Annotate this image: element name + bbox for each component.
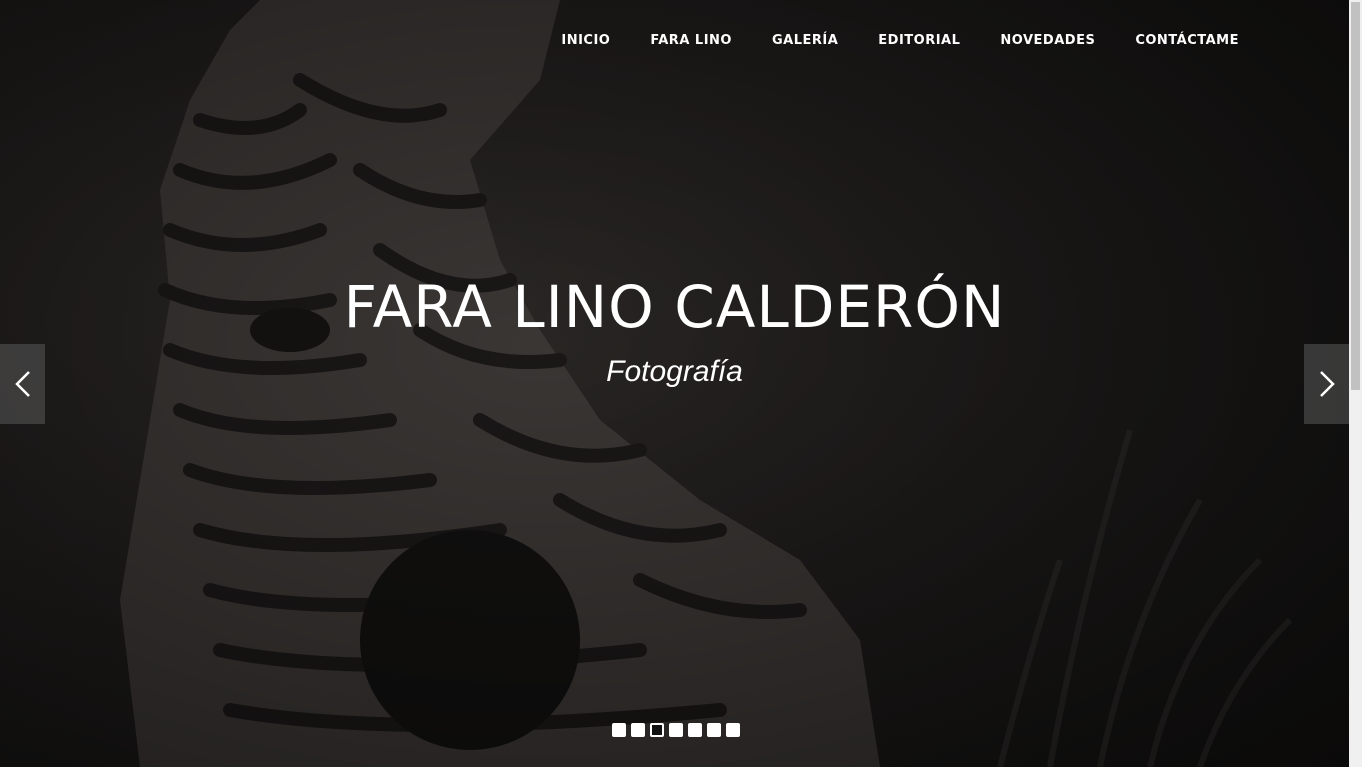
- hero-subtitle: Fotografía: [606, 355, 743, 388]
- hero-slider: INICIO FARA LINO GALERÍA EDITORIAL NOVED…: [0, 0, 1349, 767]
- slider-dot[interactable]: [612, 723, 626, 737]
- slider-dot[interactable]: [726, 723, 740, 737]
- scrollbar-thumb[interactable]: [1351, 2, 1360, 390]
- vertical-scrollbar[interactable]: [1349, 0, 1362, 767]
- slider-pagination: [612, 723, 740, 737]
- prev-slide-button[interactable]: [0, 344, 45, 424]
- main-nav: INICIO FARA LINO GALERÍA EDITORIAL NOVED…: [541, 32, 1259, 50]
- nav-fara-lino[interactable]: FARA LINO: [630, 32, 752, 50]
- slider-dot[interactable]: [631, 723, 645, 737]
- page: INICIO FARA LINO GALERÍA EDITORIAL NOVED…: [0, 0, 1362, 767]
- slider-dot[interactable]: [669, 723, 683, 737]
- slider-dot[interactable]: [650, 723, 664, 737]
- nav-novedades[interactable]: NOVEDADES: [980, 32, 1115, 50]
- nav-editorial[interactable]: EDITORIAL: [858, 32, 980, 50]
- slider-dot[interactable]: [688, 723, 702, 737]
- hero-title: FARA LINO CALDERÓN: [343, 273, 1006, 341]
- slider-dot[interactable]: [707, 723, 721, 737]
- chevron-left-icon: [14, 371, 30, 397]
- chevron-right-icon: [1319, 371, 1335, 397]
- next-slide-button[interactable]: [1304, 344, 1349, 424]
- nav-inicio[interactable]: INICIO: [541, 32, 630, 50]
- nav-contactame[interactable]: CONTÁCTAME: [1115, 32, 1259, 50]
- nav-galeria[interactable]: GALERÍA: [752, 32, 858, 50]
